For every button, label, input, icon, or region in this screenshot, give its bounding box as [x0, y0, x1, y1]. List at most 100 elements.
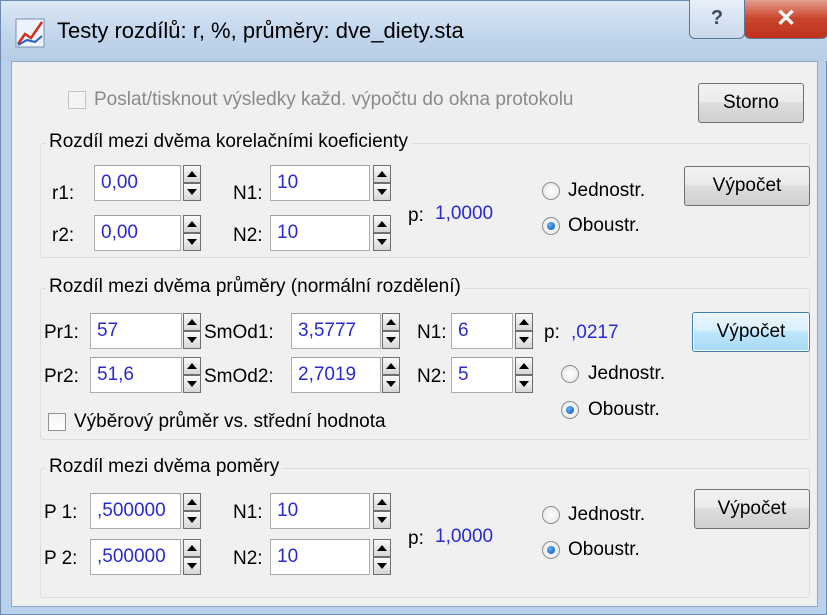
- corr-n2-spinner[interactable]: [373, 215, 391, 251]
- r2-spinner[interactable]: [183, 215, 201, 251]
- pr2-spinner[interactable]: [183, 357, 201, 393]
- means-group-legend: Rozdíl mezi dvěma průměry (normální rozd…: [46, 276, 464, 298]
- corr-two-sided-radio[interactable]: [542, 217, 560, 235]
- p2-spinner[interactable]: [183, 539, 201, 575]
- corr-p-value: 1,0000: [435, 203, 494, 224]
- pr1-input[interactable]: 57: [90, 313, 182, 349]
- props-n2-spinner[interactable]: [373, 539, 391, 575]
- spin-down-icon[interactable]: [373, 557, 391, 575]
- pr1-spinner[interactable]: [183, 313, 201, 349]
- spin-down-icon[interactable]: [373, 183, 391, 201]
- window-title: Testy rozdílů: r, %, průměry: dve_diety.…: [57, 18, 464, 43]
- means-p-label: p:: [544, 322, 560, 343]
- r1-label: r1:: [52, 183, 75, 204]
- corr-p-label: p:: [408, 205, 424, 226]
- means-n2-label: N2:: [417, 366, 447, 387]
- r1-input[interactable]: 0,00: [94, 165, 181, 201]
- send-results-label: Poslat/tisknout výsledky každ. výpočtu d…: [94, 89, 574, 110]
- spin-up-icon[interactable]: [373, 539, 391, 557]
- spin-down-icon[interactable]: [183, 331, 201, 349]
- props-compute-button[interactable]: Výpočet: [694, 489, 810, 529]
- spin-up-icon[interactable]: [183, 539, 201, 557]
- cancel-button[interactable]: Storno: [698, 83, 804, 123]
- p2-label: P 2:: [44, 548, 78, 569]
- chart-icon: [15, 18, 45, 48]
- pr1-label: Pr1:: [44, 322, 79, 343]
- help-button[interactable]: ?: [689, 0, 745, 39]
- sample-vs-mean-checkbox[interactable]: [48, 413, 66, 431]
- props-one-sided-label: Jednostr.: [568, 504, 646, 525]
- spin-up-icon[interactable]: [382, 313, 400, 331]
- means-two-sided-label: Oboustr.: [588, 399, 660, 420]
- spin-down-icon[interactable]: [183, 511, 201, 529]
- sd1-input[interactable]: 3,5777: [291, 313, 381, 349]
- sd2-input[interactable]: 2,7019: [291, 357, 381, 393]
- proportions-group-legend: Rozdíl mezi dvěma poměry: [46, 456, 283, 478]
- spin-down-icon[interactable]: [515, 331, 533, 349]
- means-n1-spinner[interactable]: [515, 313, 533, 349]
- corr-compute-button[interactable]: Výpočet: [684, 166, 810, 206]
- spin-down-icon[interactable]: [183, 557, 201, 575]
- spin-down-icon[interactable]: [515, 375, 533, 393]
- corr-two-sided-label: Oboustr.: [568, 215, 640, 236]
- spin-up-icon[interactable]: [373, 165, 391, 183]
- spin-down-icon[interactable]: [183, 233, 201, 251]
- p1-label: P 1:: [44, 502, 78, 523]
- spin-down-icon[interactable]: [183, 183, 201, 201]
- means-n2-spinner[interactable]: [515, 357, 533, 393]
- spin-down-icon[interactable]: [183, 375, 201, 393]
- props-n1-label: N1:: [233, 502, 263, 523]
- r2-label: r2:: [52, 225, 75, 246]
- dialog-window: Testy rozdílů: r, %, průměry: dve_diety.…: [0, 0, 827, 615]
- spin-up-icon[interactable]: [183, 357, 201, 375]
- r1-spinner[interactable]: [183, 165, 201, 201]
- pr2-input[interactable]: 51,6: [90, 357, 182, 393]
- corr-n1-input[interactable]: 10: [270, 165, 370, 201]
- means-one-sided-radio[interactable]: [561, 365, 579, 383]
- props-n1-spinner[interactable]: [373, 493, 391, 529]
- spin-up-icon[interactable]: [183, 165, 201, 183]
- corr-n1-label: N1:: [233, 183, 263, 204]
- close-button[interactable]: ✕: [744, 0, 827, 39]
- help-icon: ?: [710, 7, 724, 29]
- sd1-spinner[interactable]: [382, 313, 400, 349]
- p1-spinner[interactable]: [183, 493, 201, 529]
- spin-down-icon[interactable]: [382, 375, 400, 393]
- correlation-group-legend: Rozdíl mezi dvěma korelačními koeficient…: [46, 131, 412, 153]
- props-two-sided-radio[interactable]: [542, 541, 560, 559]
- spin-up-icon[interactable]: [183, 313, 201, 331]
- spin-up-icon[interactable]: [382, 357, 400, 375]
- spin-down-icon[interactable]: [373, 511, 391, 529]
- spin-up-icon[interactable]: [515, 357, 533, 375]
- props-p-value: 1,0000: [435, 526, 494, 547]
- spin-down-icon[interactable]: [382, 331, 400, 349]
- dialog-client-area: Poslat/tisknout výsledky každ. výpočtu d…: [11, 61, 818, 607]
- sd2-label: SmOd2:: [204, 366, 274, 387]
- r2-input[interactable]: 0,00: [94, 215, 181, 251]
- means-compute-button[interactable]: Výpočet: [692, 312, 810, 352]
- means-n1-label: N1:: [417, 322, 447, 343]
- p1-input[interactable]: ,500000: [90, 493, 181, 529]
- send-results-checkbox[interactable]: [68, 91, 86, 109]
- means-n1-input[interactable]: 6: [451, 313, 513, 349]
- corr-one-sided-radio[interactable]: [542, 182, 560, 200]
- means-n2-input[interactable]: 5: [451, 357, 513, 393]
- props-one-sided-radio[interactable]: [542, 506, 560, 524]
- props-n2-input[interactable]: 10: [270, 539, 370, 575]
- spin-up-icon[interactable]: [515, 313, 533, 331]
- corr-n1-spinner[interactable]: [373, 165, 391, 201]
- spin-down-icon[interactable]: [373, 233, 391, 251]
- means-p-value: ,0217: [571, 322, 619, 343]
- spin-up-icon[interactable]: [373, 493, 391, 511]
- spin-up-icon[interactable]: [373, 215, 391, 233]
- spin-up-icon[interactable]: [183, 493, 201, 511]
- means-two-sided-radio[interactable]: [561, 401, 579, 419]
- corr-n2-input[interactable]: 10: [270, 215, 370, 251]
- proportions-group: [40, 468, 810, 598]
- p2-input[interactable]: ,500000: [90, 539, 181, 575]
- props-n1-input[interactable]: 10: [270, 493, 370, 529]
- spin-up-icon[interactable]: [183, 215, 201, 233]
- props-two-sided-label: Oboustr.: [568, 539, 640, 560]
- sd2-spinner[interactable]: [382, 357, 400, 393]
- title-bar[interactable]: Testy rozdílů: r, %, průměry: dve_diety.…: [1, 0, 827, 61]
